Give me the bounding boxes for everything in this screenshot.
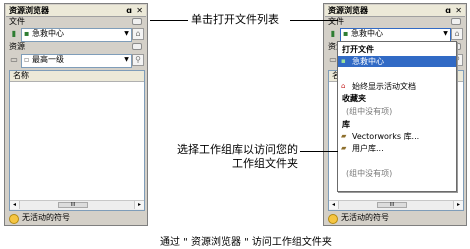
always-show-active-item[interactable]: ⌂ 始终显示活动文档 bbox=[338, 81, 456, 92]
library-folder-icon: ▰ bbox=[341, 144, 347, 152]
figure-caption: 通过 " 资源浏览器 " 访问工作组文件夹 bbox=[160, 237, 332, 248]
file-section-label: 文件 bbox=[328, 17, 344, 26]
panel-title: 资源浏览器 bbox=[9, 6, 49, 15]
document-icon: ▪ bbox=[341, 57, 346, 65]
library-item-user[interactable]: ▰ 用户库... bbox=[338, 143, 456, 154]
library-item-vectorworks[interactable]: ▰ Vectorworks 库... bbox=[338, 131, 456, 142]
callout-workgroup-line-2: 工作组文件夹 bbox=[232, 157, 298, 170]
callout-workgroup-line-1: 选择工作组库以访问您的 bbox=[177, 143, 298, 156]
file-combo-value: 急救中心 bbox=[350, 29, 383, 38]
home-button[interactable]: ⌂ bbox=[132, 28, 144, 40]
favorites-empty: (组中没有项) bbox=[346, 107, 393, 116]
panel-title-bar: 资源浏览器 ɑ ✕ bbox=[6, 5, 146, 17]
always-show-active-label: 始终显示活动文档 bbox=[352, 82, 416, 91]
open-file-item[interactable]: ▪ 急救中心 bbox=[338, 56, 456, 67]
scroll-thumb[interactable]: III bbox=[377, 202, 407, 208]
file-combo[interactable]: ▪ 急救中心 ▼ bbox=[340, 28, 451, 42]
file-doc-icon: ▮ bbox=[11, 29, 17, 38]
callout-workgroup-library: 选择工作组库以访问您的 工作组文件夹 bbox=[158, 143, 298, 171]
pin-icon[interactable]: ɑ bbox=[126, 5, 132, 16]
library-empty: (组中没有项) bbox=[346, 169, 393, 178]
horizontal-scrollbar[interactable]: ◂ III ▸ bbox=[10, 200, 144, 210]
resource-browser-panel-left: 资源浏览器 ɑ ✕ 文件 ▮ ▪ 急救中心 ▼ ⌂ 资源 ▭ ▫ 最高一级 ▼ … bbox=[4, 3, 148, 226]
resource-section-label: 资源 bbox=[9, 42, 25, 51]
file-section-toggle-button[interactable] bbox=[132, 18, 142, 25]
status-text: 无活动的符号 bbox=[341, 213, 389, 222]
resource-browser-panel-right: 资源浏览器 ɑ ✕ 文件 ▮ ▪ 急救中心 ▼ ⌂ 资源 ▭ ⚲ 名称 ◂ II… bbox=[323, 3, 467, 226]
close-icon[interactable]: ✕ bbox=[455, 5, 462, 16]
scroll-thumb[interactable]: III bbox=[58, 202, 88, 208]
file-section-header: 文件 bbox=[325, 17, 465, 27]
library-item-label: Vectorworks 库... bbox=[352, 132, 420, 141]
close-icon[interactable]: ✕ bbox=[136, 5, 143, 16]
status-bar: 无活动的符号 bbox=[6, 212, 146, 224]
status-text: 无活动的符号 bbox=[22, 213, 70, 222]
library-header: 库 bbox=[342, 120, 350, 129]
open-file-item-label: 急救中心 bbox=[352, 57, 384, 66]
resource-section-header: 资源 bbox=[6, 42, 146, 52]
document-icon: ▪ bbox=[24, 29, 30, 38]
file-section-label: 文件 bbox=[9, 17, 25, 26]
scroll-right-icon[interactable]: ▸ bbox=[453, 201, 463, 209]
horizontal-scrollbar[interactable]: ◂ III ▸ bbox=[329, 200, 463, 210]
file-section-header: 文件 bbox=[6, 17, 146, 27]
callout-line-bottom bbox=[300, 151, 338, 152]
scroll-left-icon[interactable]: ◂ bbox=[329, 201, 339, 209]
callout-line-top bbox=[150, 20, 188, 21]
document-icon: ▪ bbox=[343, 29, 349, 38]
callout-open-file-list: 单击打开文件列表 bbox=[191, 13, 279, 26]
list-column-header[interactable]: 名称 bbox=[10, 71, 144, 82]
status-bar: 无活动的符号 bbox=[325, 212, 465, 224]
resource-combo[interactable]: ▫ 最高一级 ▼ bbox=[21, 54, 132, 68]
chevron-down-icon: ▼ bbox=[124, 30, 129, 37]
resource-list[interactable]: 名称 ◂ III ▸ bbox=[9, 70, 145, 211]
chevron-down-icon: ▼ bbox=[124, 56, 129, 63]
open-files-header: 打开文件 bbox=[342, 45, 374, 54]
file-row: ▮ ▪ 急救中心 ▼ ⌂ bbox=[6, 27, 146, 42]
file-doc-icon: ▮ bbox=[330, 29, 336, 38]
file-combo-value: 急救中心 bbox=[31, 29, 64, 38]
favorites-header: 收藏夹 bbox=[342, 94, 366, 103]
file-row: ▮ ▪ 急救中心 ▼ ⌂ bbox=[325, 27, 465, 42]
file-combo[interactable]: ▪ 急救中心 ▼ bbox=[21, 28, 132, 42]
home-button[interactable]: ⌂ bbox=[451, 28, 463, 40]
symbol-icon bbox=[328, 214, 338, 224]
panel-title-bar: 资源浏览器 ɑ ✕ bbox=[325, 5, 465, 17]
panel-title: 资源浏览器 bbox=[328, 6, 368, 15]
chevron-down-icon: ▼ bbox=[443, 30, 448, 37]
resource-row: ▭ ▫ 最高一级 ▼ ⚲ bbox=[6, 53, 146, 68]
resource-combo-value: 最高一级 bbox=[31, 55, 64, 64]
pin-icon[interactable]: ɑ bbox=[445, 5, 451, 16]
callout-line-top-right bbox=[290, 20, 338, 21]
search-button[interactable]: ⚲ bbox=[132, 54, 144, 66]
library-folder-icon: ▰ bbox=[341, 132, 347, 140]
resource-section-toggle-button[interactable] bbox=[132, 43, 142, 50]
symbol-icon bbox=[9, 214, 19, 224]
folder-small-icon: ▫ bbox=[24, 55, 30, 64]
scroll-right-icon[interactable]: ▸ bbox=[134, 201, 144, 209]
scroll-left-icon[interactable]: ◂ bbox=[10, 201, 20, 209]
folder-icon[interactable]: ▭ bbox=[9, 55, 19, 65]
file-section-toggle-button[interactable] bbox=[451, 18, 461, 25]
home-icon: ⌂ bbox=[341, 82, 346, 90]
library-item-label: 用户库... bbox=[352, 144, 384, 153]
file-dropdown-menu: 打开文件 ▪ 急救中心 ⌂ 始终显示活动文档 收藏夹 (组中没有项) 库 ▰ V… bbox=[337, 41, 457, 192]
